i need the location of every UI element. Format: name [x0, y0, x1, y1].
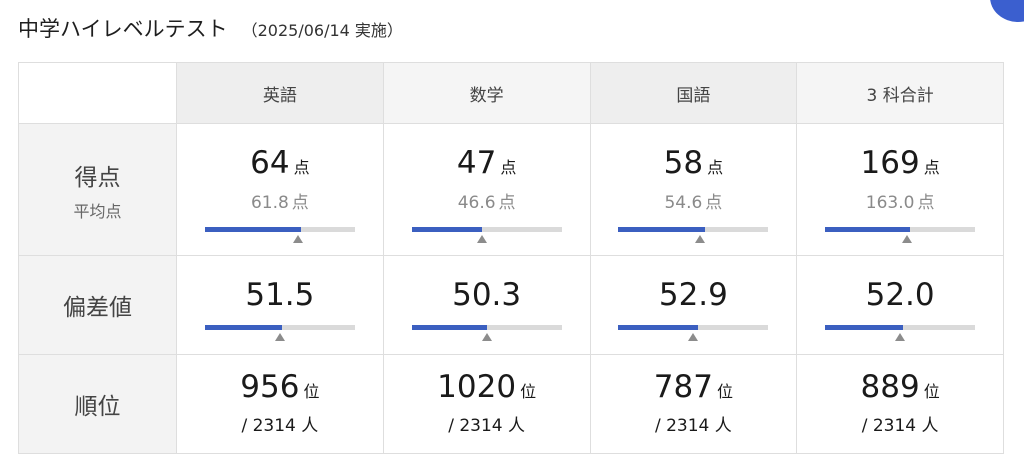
total-unit: 人 [508, 416, 526, 436]
deviation-cell: 52.0 [796, 255, 1004, 355]
deviation-bar-fill [204, 325, 283, 330]
total-examinees: 2314 [252, 416, 296, 436]
rank-cell: 1020 位 / 2314 人 [382, 354, 591, 454]
exam-date: （2025/06/14 実施） [241, 21, 403, 40]
rank-row-header: 順位 [18, 354, 177, 454]
header-total: 3 科合計 [796, 62, 1004, 124]
score-value: 47 [456, 144, 497, 181]
deviation-value: 51.5 [245, 277, 315, 313]
average-marker-icon [292, 234, 303, 243]
score-unit: 点 [293, 157, 310, 177]
average-value: 54.6 [664, 192, 703, 213]
rank-unit: 位 [923, 382, 940, 401]
score-cell: 58 点 54.6 点 [589, 123, 798, 256]
deviation-value: 50.3 [452, 277, 522, 313]
score-bar [825, 226, 976, 243]
deviation-value: 52.9 [658, 277, 728, 313]
results-table: 英語 数学 国語 3 科合計 得点 平均点 64 点 61.8 点 47 点 46 [18, 62, 1004, 454]
total-prefix: / [861, 416, 873, 436]
score-cell: 169 点 163.0 点 [796, 123, 1004, 256]
average-marker-icon [481, 333, 492, 341]
rank-cell: 889 位 / 2314 人 [796, 354, 1004, 454]
deviation-bar-fill [411, 325, 488, 330]
rank-value: 1020 [437, 369, 517, 405]
header-japanese: 国語 [589, 62, 798, 124]
average-unit: 点 [498, 192, 516, 213]
deviation-row: 偏差値 51.5 50.3 52.9 52.0 [18, 255, 1004, 355]
average-unit: 点 [917, 192, 935, 213]
average-marker-icon [274, 333, 285, 341]
deviation-bar [618, 325, 769, 341]
average-unit: 点 [291, 192, 309, 213]
score-unit: 点 [923, 157, 940, 177]
total-prefix: / [241, 416, 253, 436]
deviation-cell: 51.5 [176, 255, 384, 355]
deviation-bar [204, 325, 355, 341]
average-value: 61.8 [250, 192, 289, 213]
score-row: 得点 平均点 64 点 61.8 点 47 点 46.6 点 58 点 54.6… [18, 123, 1004, 256]
rank-row: 順位 956 位 / 2314 人 1020 位 / 2314 人 787 位 / 2… [18, 354, 1004, 454]
score-bar-fill [825, 226, 910, 232]
deviation-label: 偏差値 [63, 295, 132, 321]
rank-unit: 位 [303, 382, 320, 401]
score-value: 64 [250, 144, 290, 181]
total-unit: 人 [301, 416, 319, 436]
score-bar-fill [618, 226, 706, 232]
deviation-value: 52.0 [865, 277, 935, 313]
header-corner [18, 62, 177, 124]
rank-cell: 787 位 / 2314 人 [589, 354, 798, 454]
deviation-bar-fill [618, 325, 698, 330]
rank-cell: 956 位 / 2314 人 [176, 354, 384, 454]
total-prefix: / [654, 416, 667, 436]
deviation-cell: 52.9 [589, 255, 798, 355]
header-english: 英語 [176, 62, 384, 124]
deviation-bar-fill [825, 325, 904, 330]
total-prefix: / [448, 416, 460, 436]
score-bar [411, 226, 562, 243]
average-marker-icon [688, 333, 699, 341]
score-cell: 64 点 61.8 点 [176, 123, 384, 256]
score-value: 58 [663, 144, 704, 181]
score-unit: 点 [707, 157, 724, 177]
total-examinees: 2314 [872, 416, 917, 436]
rank-label: 順位 [74, 394, 121, 420]
score-value: 169 [860, 144, 920, 181]
total-unit: 人 [921, 416, 939, 436]
rank-unit: 位 [716, 382, 733, 401]
rank-value: 889 [860, 369, 920, 405]
score-bar [204, 226, 355, 243]
average-marker-icon [901, 234, 912, 243]
score-label: 得点 [74, 164, 121, 191]
total-examinees: 2314 [459, 416, 503, 436]
page-title: 中学ハイレベルテスト [18, 17, 228, 41]
deviation-cell: 50.3 [382, 255, 591, 355]
header-math: 数学 [382, 62, 591, 124]
score-cell: 47 点 46.6 点 [382, 123, 591, 256]
score-row-header: 得点 平均点 [18, 123, 177, 256]
corner-avatar-badge[interactable] [990, 0, 1024, 22]
deviation-row-header: 偏差値 [18, 255, 177, 355]
rank-unit: 位 [520, 382, 537, 401]
total-examinees: 2314 [666, 416, 710, 436]
total-unit: 人 [714, 416, 732, 436]
page-header: 中学ハイレベルテスト （2025/06/14 実施） [18, 13, 403, 45]
average-value: 46.6 [457, 192, 496, 213]
rank-value: 787 [653, 369, 713, 405]
deviation-bar [411, 325, 562, 341]
average-unit: 点 [705, 192, 723, 213]
average-value: 163.0 [865, 192, 915, 213]
deviation-bar [825, 325, 976, 341]
average-marker-icon [895, 333, 906, 341]
score-bar-fill [411, 226, 483, 232]
average-marker-icon [695, 234, 706, 243]
header-row: 英語 数学 国語 3 科合計 [18, 62, 1004, 124]
average-label: 平均点 [73, 201, 122, 221]
average-marker-icon [476, 234, 487, 243]
score-bar-fill [204, 226, 301, 232]
score-bar [618, 226, 769, 243]
rank-value: 956 [240, 369, 300, 405]
score-unit: 点 [500, 157, 517, 177]
